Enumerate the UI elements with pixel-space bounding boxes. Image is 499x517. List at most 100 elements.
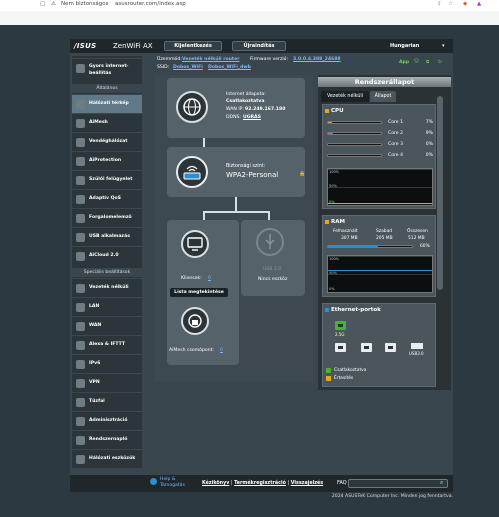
asus-logo[interactable]: /ISUS [74, 42, 96, 50]
ssid-link-2[interactable]: Dobos_WiFi_dwb [208, 65, 251, 70]
logout-button[interactable]: Kijelentkezés [164, 41, 222, 51]
port-lan1-icon[interactable] [335, 343, 346, 352]
sidebar-item-icon [76, 119, 85, 128]
port-lan3-icon[interactable] [385, 343, 396, 352]
sidebar-item-general-6[interactable]: Forgalomelemző [72, 208, 142, 227]
sidebar-item-label: LAN [89, 304, 100, 309]
usb-status-icon[interactable]: ⏻ [438, 59, 442, 65]
aimesh-label: AiMesh csomópont: [169, 348, 214, 353]
sidebar-item-label: USB alkalmazás [89, 234, 130, 239]
language-select[interactable]: Hungarian ▾ [384, 41, 452, 51]
core-value: 0% [421, 153, 433, 158]
core-bar-fill [328, 122, 332, 123]
registration-link[interactable]: Termékregisztráció [234, 481, 286, 486]
view-list-button[interactable]: Lista megtekintése [170, 288, 228, 297]
clients-label: Kliensek: [181, 276, 202, 281]
sidebar-item-label: AiCloud 2.0 [89, 253, 119, 258]
sidebar-item-general-8[interactable]: AiCloud 2.0 [72, 246, 142, 265]
aimesh-count[interactable]: 0 [220, 348, 223, 353]
ssid-link-1[interactable]: Dobos_WiFi [173, 65, 203, 70]
sidebar-item-general-5[interactable]: Adaptív QoS [72, 189, 142, 208]
port-lan2-icon[interactable] [361, 343, 372, 352]
tab-status[interactable]: Állapot [370, 91, 396, 102]
sidebar-item-label: WAN [89, 323, 102, 328]
core-value: 7% [421, 120, 433, 125]
sidebar-item-advanced-1[interactable]: LAN [72, 297, 142, 316]
bookmark-icon[interactable]: ☆ [448, 1, 453, 7]
product-name: ZenWiFi AX [113, 42, 153, 50]
usb3-port-label: USB3.0 [409, 351, 424, 356]
sidebar-item-icon [76, 233, 85, 242]
port-wan-icon[interactable] [335, 321, 346, 330]
system-status-panel: Rendszerállapot Vezeték nélküli Állapot … [318, 75, 451, 390]
sidebar-item-label: Hálózati térkép [89, 101, 129, 106]
usb-no-device: Nincs eszköz [258, 277, 288, 282]
fw-link[interactable]: 3.0.0.4.388_24688 [293, 57, 341, 62]
brave-icon[interactable]: ◆ [463, 1, 467, 7]
manual-link[interactable]: Kézikönyv [202, 481, 229, 486]
sidebar-item-quick-setup[interactable]: Gyors internet-beállítás [72, 58, 142, 80]
ram-graph-tick-0: 0% [329, 287, 335, 291]
port-speed-label: 2.5G [335, 332, 345, 337]
sidebar-item-label: Vendéghálózat [89, 139, 128, 144]
sidebar-item-general-3[interactable]: AiProtection [72, 151, 142, 170]
search-icon[interactable]: ⌕ [440, 479, 443, 487]
person-icon[interactable]: ☺ [414, 59, 419, 64]
router-card[interactable]: Biztonsági szint: WPA2-Personal 🔒 [167, 147, 305, 197]
rewards-icon[interactable]: ▲ [477, 1, 481, 7]
address-bar[interactable]: asusrouter.com/index.asp [115, 1, 186, 7]
reboot-button[interactable]: Újraindítás [232, 41, 286, 51]
sidebar-item-icon [76, 252, 85, 261]
sidebar-item-general-0[interactable]: Hálózati térkép [72, 94, 142, 113]
sidebar-item-advanced-3[interactable]: Alexa & IFTTT [72, 335, 142, 354]
mode-link[interactable]: Vezeték nélküli router [182, 57, 239, 62]
usb-card[interactable]: USB 2.0 Nincs eszköz [241, 220, 305, 296]
sidebar-item-icon [76, 303, 85, 312]
sidebar-item-icon [76, 379, 85, 388]
cpu-graph-line [328, 203, 432, 204]
aimesh-icon[interactable] [181, 307, 209, 335]
sidebar-item-label: IPv6 [89, 361, 101, 366]
ddns-link[interactable]: UGRÁS [243, 115, 261, 120]
sidebar-item-label: Adminisztráció [89, 418, 128, 423]
core-value: 0% [421, 142, 433, 147]
core-bar-fill [328, 133, 333, 134]
sidebar-item-general-7[interactable]: USB alkalmazás [72, 227, 142, 246]
sidebar-item-general-1[interactable]: AiMesh [72, 113, 142, 132]
core-bar [327, 132, 382, 135]
legend-warning-swatch [326, 376, 331, 381]
sidebar-item-advanced-8[interactable]: Rendszernapló [72, 430, 142, 449]
cpu-title: CPU [331, 108, 344, 114]
status-scrollbar[interactable] [437, 96, 443, 290]
sidebar-item-advanced-4[interactable]: IPv6 [72, 354, 142, 373]
ram-used-value: 307 MB [341, 236, 358, 241]
copy-icon[interactable]: ⧉ [426, 59, 429, 65]
sidebar-item-advanced-6[interactable]: Tűzfal [72, 392, 142, 411]
help-icon[interactable] [150, 478, 157, 485]
sidebar-item-icon [76, 398, 85, 407]
monitor-icon[interactable] [181, 230, 209, 258]
share-icon[interactable]: ⇪ [437, 1, 442, 7]
sidebar-item-advanced-9[interactable]: Hálózati eszközök [72, 449, 142, 468]
internet-card[interactable]: Internet állapota: Csatlakoztatva WAN IP… [167, 78, 305, 138]
help-link[interactable]: Help & Támogatás [160, 477, 192, 489]
sidebar-item-icon [76, 436, 85, 445]
security-label[interactable]: Nem biztonságos [61, 1, 108, 7]
sidebar-item-general-2[interactable]: Vendéghálózat [72, 132, 142, 151]
sidebar-item-advanced-5[interactable]: VPN [72, 373, 142, 392]
sidebar-item-advanced-2[interactable]: WAN [72, 316, 142, 335]
browser-bar: ▢ ⚠ Nem biztonságos asusrouter.com/index… [0, 0, 499, 11]
sidebar-item-advanced-0[interactable]: Vezeték nélküli [72, 278, 142, 297]
sidebar-item-label: Forgalomelemző [89, 215, 132, 220]
ram-section: RAM Felhasznált Szabad Összesen 307 MB 2… [322, 215, 436, 297]
sidebar-item-advanced-7[interactable]: Adminisztráció [72, 411, 142, 430]
sidebar-item-general-4[interactable]: Szülői felügyelet [72, 170, 142, 189]
tab-wireless[interactable]: Vezeték nélküli [321, 91, 369, 102]
app-label[interactable]: App [399, 60, 409, 65]
clients-count[interactable]: 0 [208, 276, 211, 281]
faq-search-input[interactable] [348, 479, 448, 488]
feedback-link[interactable]: Visszajelzés [291, 481, 323, 486]
usb3-port-icon[interactable] [411, 343, 423, 349]
sidebar-item-icon [76, 100, 85, 109]
sidebar-item-icon [76, 284, 85, 293]
